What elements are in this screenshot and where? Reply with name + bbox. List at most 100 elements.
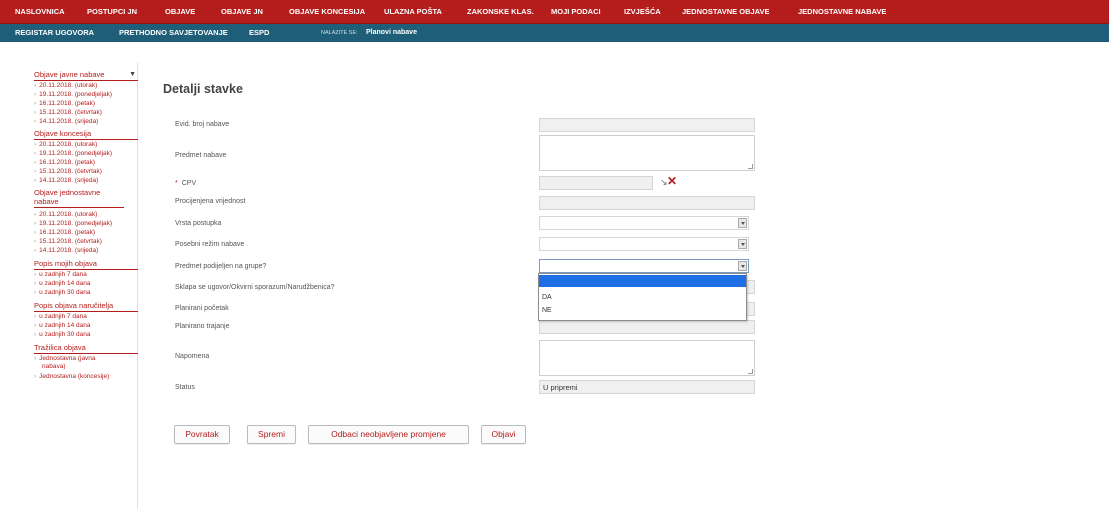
dropdown-option-da[interactable]: DA	[539, 292, 746, 304]
sidebar-heading-objave-jednostavne-nabave[interactable]: Objave jednostavne nabave	[34, 188, 124, 208]
sidebar-heading-popis-mojih-objava[interactable]: Popis mojih objava	[34, 259, 138, 270]
dropdown-option-ne[interactable]: NE	[539, 305, 746, 317]
sidebar-item[interactable]: › u zadnjih 14 dana	[34, 280, 138, 288]
save-button[interactable]: Spremi	[247, 425, 296, 444]
sidebar-heading-popis-objava-narucitelja[interactable]: Popis objava naručitelja	[34, 301, 138, 312]
sidebar-heading-label: Objave jednostavne nabave	[34, 188, 101, 206]
sidebar-item-label: 16.11.2018. (petak)	[39, 100, 96, 107]
nav-zakonske-klas[interactable]: ZAKONSKE KLAS.	[467, 0, 534, 24]
sidebar-item-label: 20.11.2018. (utorak)	[39, 82, 98, 89]
status-value: U pripremi	[543, 383, 578, 392]
predmet-nabave-textarea[interactable]	[539, 135, 755, 171]
planirano-trajanje-input[interactable]	[539, 320, 755, 334]
posebni-rezim-select[interactable]	[539, 237, 749, 251]
discard-button[interactable]: Odbaci neobjavljene promjene	[308, 425, 469, 444]
close-icon[interactable]: ✕	[667, 174, 677, 188]
label-vrsta-postupka: Vrsta postupka	[175, 220, 222, 227]
label-procijenjena-vrijednost: Procijenjena vrijednost	[175, 198, 246, 205]
label-cpv: * CPV	[175, 180, 196, 187]
nav-registar-ugovora[interactable]: REGISTAR UGOVORA	[15, 24, 94, 42]
nav-jednostavne-objave[interactable]: JEDNOSTAVNE OBJAVE	[682, 0, 770, 24]
resize-grip[interactable]	[748, 369, 753, 374]
sidebar: Objave javne nabave ▼ › 20.11.2018. (utor…	[34, 62, 138, 509]
breadcrumb-current: Planovi nabave	[366, 29, 417, 36]
sidebar-item[interactable]: › 20.11.2018. (utorak)	[34, 211, 138, 219]
label-status: Status	[175, 384, 195, 391]
sidebar-item-label: u zadnjih 7 dana	[39, 313, 87, 320]
sub-nav: REGISTAR UGOVORA PRETHODNO SAVJETOVANJE …	[0, 24, 1109, 42]
dropdown-option-empty[interactable]	[539, 275, 746, 287]
sidebar-heading-label: Popis objava naručitelja	[34, 301, 114, 310]
sidebar-heading-label: Tražilica objava	[34, 343, 86, 352]
sidebar-heading-label: Objave javne nabave	[34, 70, 105, 79]
nav-postupci-jn[interactable]: POSTUPCI JN	[87, 0, 137, 24]
chevron-down-icon[interactable]: ▼	[129, 70, 136, 79]
publish-button[interactable]: Objavi	[481, 425, 526, 444]
label-evid-broj: Evid. broj nabave	[175, 121, 230, 128]
label-predmet-grupe: Predmet podijeljen na grupe?	[175, 263, 267, 270]
sidebar-item[interactable]: › 16.11.2018. (petak)	[34, 100, 138, 108]
napomena-textarea[interactable]	[539, 340, 755, 376]
sidebar-item[interactable]: › Jednostavna (koncesije)	[34, 373, 114, 381]
sidebar-item[interactable]: › Jednostavna (javna nabava)	[34, 355, 114, 371]
sidebar-item[interactable]: › 19.11.2018. (ponedjeljak)	[34, 220, 138, 228]
nav-naslovnica[interactable]: NASLOVNICA	[15, 0, 65, 24]
sidebar-item[interactable]: › 14.11.2018. (srijeda)	[34, 247, 138, 255]
top-nav: NASLOVNICA POSTUPCI JN OBJAVE OBJAVE JN …	[0, 0, 1109, 24]
nav-izvjesca[interactable]: IZVJEŠĆA	[624, 0, 661, 24]
resize-grip[interactable]	[748, 164, 753, 169]
sidebar-item[interactable]: › 14.11.2018. (srijeda)	[34, 118, 138, 126]
nav-objave[interactable]: OBJAVE	[165, 0, 195, 24]
cpv-input[interactable]	[539, 176, 653, 190]
sidebar-item[interactable]: › 19.11.2018. (ponedjeljak)	[34, 150, 138, 158]
chevron-down-icon[interactable]	[738, 239, 747, 249]
nav-objave-jn[interactable]: OBJAVE JN	[221, 0, 263, 24]
nav-ulazna-posta[interactable]: ULAZNA POŠTA	[384, 0, 442, 24]
page-title: Detalji stavke	[163, 82, 243, 96]
vrsta-postupka-select[interactable]	[539, 216, 749, 230]
sidebar-item[interactable]: › 14.11.2018. (srijeda)	[34, 177, 138, 185]
sidebar-item-label: 16.11.2018. (petak)	[39, 159, 96, 166]
sidebar-item[interactable]: › u zadnjih 30 dana	[34, 289, 138, 297]
nav-objave-koncesija[interactable]: OBJAVE KONCESIJA	[289, 0, 365, 24]
sidebar-item[interactable]: › u zadnjih 14 dana	[34, 322, 138, 330]
sidebar-heading-objave-koncesija[interactable]: Objave koncesija	[34, 129, 138, 140]
sidebar-item[interactable]: › 20.11.2018. (utorak)	[34, 82, 138, 90]
sidebar-heading-objave-javne-nabave[interactable]: Objave javne nabave ▼	[34, 70, 138, 81]
sidebar-item-label: u zadnjih 14 dana	[39, 322, 91, 329]
label-cpv-text: CPV	[181, 180, 197, 187]
sidebar-item-label: 16.11.2018. (petak)	[39, 229, 96, 236]
evid-broj-input[interactable]	[539, 118, 755, 132]
sidebar-heading-label: Objave koncesija	[34, 129, 92, 138]
chevron-down-icon[interactable]	[738, 261, 747, 271]
sidebar-item[interactable]: › 19.11.2018. (ponedjeljak)	[34, 91, 138, 99]
sidebar-item[interactable]: › 15.11.2018. (četvrtak)	[34, 109, 138, 117]
predmet-grupe-select[interactable]	[539, 259, 749, 273]
sidebar-item[interactable]: › 20.11.2018. (utorak)	[34, 141, 138, 149]
cpv-actions: ↘ ✕	[660, 174, 680, 190]
nav-jednostavne-nabave[interactable]: JEDNOSTAVNE NABAVE	[798, 0, 886, 24]
breadcrumb-label: NALAZITE SE:	[321, 30, 358, 36]
nav-prethodno-savjetovanje[interactable]: PRETHODNO SAVJETOVANJE	[119, 24, 228, 42]
chevron-down-icon[interactable]	[738, 218, 747, 228]
nav-moji-podaci[interactable]: MOJI PODACI	[551, 0, 601, 24]
required-marker: *	[175, 180, 178, 187]
sidebar-item[interactable]: › 15.11.2018. (četvrtak)	[34, 168, 138, 176]
back-button[interactable]: Povratak	[174, 425, 230, 444]
sidebar-item[interactable]: › u zadnjih 7 dana	[34, 313, 138, 321]
sidebar-heading-trazilica-objava[interactable]: Tražilica objava	[34, 343, 138, 354]
sidebar-item[interactable]: › u zadnjih 7 dana	[34, 271, 138, 279]
sidebar-item[interactable]: › 15.11.2018. (četvrtak)	[34, 238, 138, 246]
sidebar-item[interactable]: › 16.11.2018. (petak)	[34, 159, 138, 167]
sidebar-item[interactable]: › 16.11.2018. (petak)	[34, 229, 138, 237]
sidebar-item-label: Jednostavna (koncesije)	[39, 373, 110, 380]
procijenjena-vrijednost-input[interactable]	[539, 196, 755, 210]
label-planirani-pocetak: Planirani početak	[175, 305, 229, 312]
sidebar-item-label: 15.11.2018. (četvrtak)	[39, 109, 102, 116]
sidebar-item-label: u zadnjih 14 dana	[39, 280, 91, 287]
nav-espd[interactable]: ESPD	[249, 24, 269, 42]
sidebar-item[interactable]: › u zadnjih 30 dana	[34, 331, 138, 339]
sidebar-item-label: Jednostavna (javna nabava)	[39, 355, 96, 370]
sidebar-item-label: 20.11.2018. (utorak)	[39, 211, 98, 218]
predmet-grupe-dropdown-list: DA NE	[538, 273, 747, 321]
